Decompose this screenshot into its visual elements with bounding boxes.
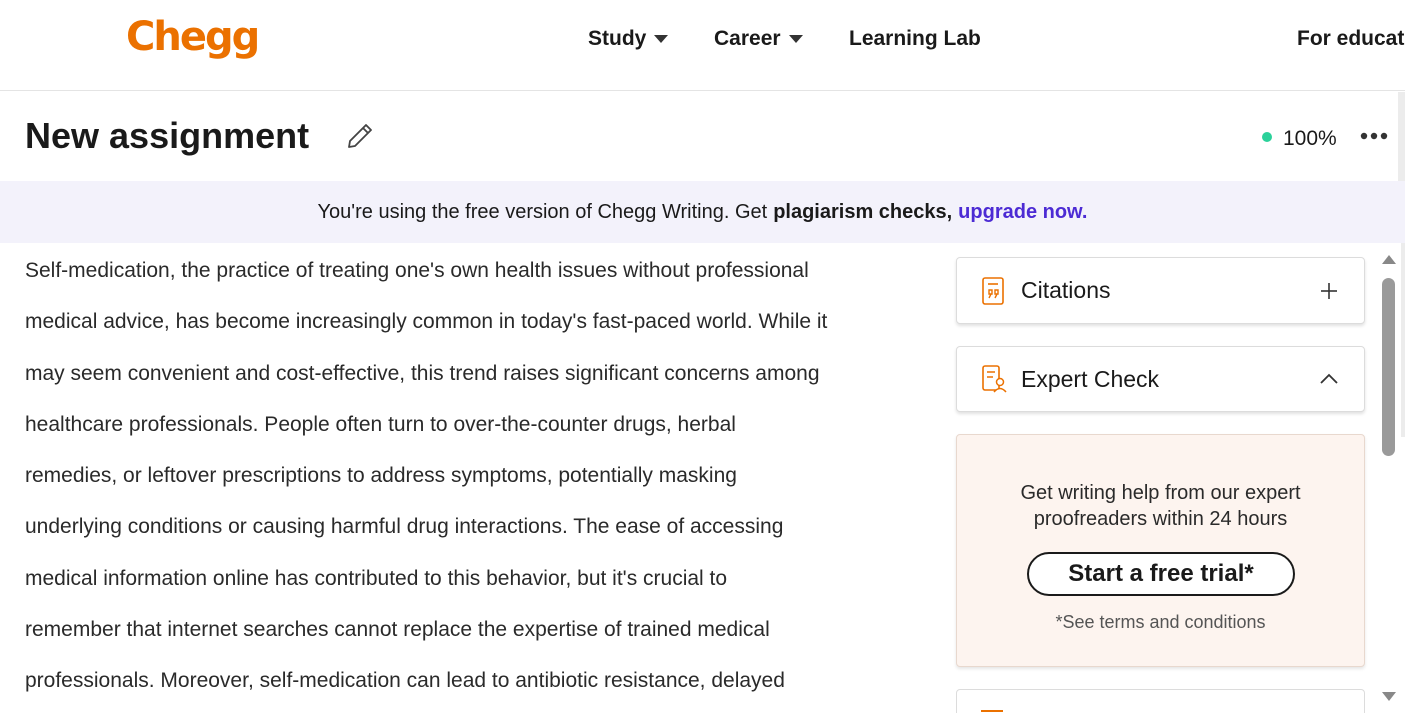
expert-check-title: Expert Check (1021, 365, 1160, 392)
expert-check-icon (982, 365, 1007, 393)
chevron-up-icon[interactable] (1318, 368, 1340, 390)
essay-editor[interactable]: Self-medication, the practice of treatin… (25, 245, 905, 707)
essay-line: professionals. Moreover, self-medication… (25, 669, 785, 693)
nav-learning-lab-label: Learning Lab (849, 27, 981, 50)
essay-line: may seem convenient and cost-effective, … (25, 361, 820, 385)
nav-career-label: Career (714, 27, 781, 50)
nav-for-educators-label: For educato (1297, 27, 1405, 50)
upgrade-banner: You're using the free version of Chegg W… (0, 181, 1405, 243)
upgrade-now-link[interactable]: upgrade now. (958, 201, 1087, 224)
banner-text: You're using the free version of Chegg W… (317, 200, 768, 223)
essay-line: medical information online has contribut… (25, 566, 728, 590)
essay-line: medical advice, has become increasingly … (25, 310, 828, 334)
panel-scrollbar[interactable] (1377, 243, 1401, 713)
essay-line: healthcare professionals. People often t… (25, 412, 736, 436)
promo-line-1: Get writing help from our expert (1020, 482, 1301, 504)
top-navigation: Chegg Study Career Learning Lab For educ… (0, 0, 1405, 91)
essay-line: remedies, or leftover prescriptions to a… (25, 464, 737, 488)
expert-check-card[interactable]: Expert Check (956, 346, 1365, 412)
scrollbar-thumb[interactable] (1382, 278, 1395, 456)
zoom-level[interactable]: 100% (1283, 127, 1337, 151)
plus-icon[interactable] (1318, 280, 1340, 302)
citations-title: Citations (1021, 277, 1111, 303)
next-panel-card[interactable] (956, 689, 1365, 713)
promo-line-2: proofreaders within 24 hours (1033, 508, 1288, 530)
chegg-logo[interactable]: Chegg (126, 14, 260, 60)
nav-learning-lab[interactable]: Learning Lab (849, 27, 981, 51)
essay-line: remember that internet searches cannot r… (25, 618, 770, 642)
promo-text: Get writing help from our expert proofre… (957, 480, 1364, 532)
saved-status-indicator (1262, 132, 1272, 142)
caret-down-icon (654, 35, 669, 43)
scroll-up-arrow-icon[interactable] (1382, 255, 1396, 264)
nav-study[interactable]: Study (588, 27, 669, 51)
expert-check-promo: Get writing help from our expert proofre… (956, 434, 1365, 667)
pencil-edit-icon[interactable] (344, 120, 376, 152)
banner-bold-text: plagiarism checks, (773, 200, 953, 223)
terms-and-conditions-link[interactable]: *See terms and conditions (957, 612, 1364, 633)
citation-quote-icon (982, 276, 1004, 305)
essay-line: underlying conditions or causing harmful… (25, 515, 784, 539)
citations-card[interactable]: Citations (956, 257, 1365, 324)
page-title[interactable]: New assignment (25, 115, 309, 157)
nav-for-educators[interactable]: For educato (1297, 27, 1405, 51)
essay-line: Self-medication, the practice of treatin… (25, 259, 809, 282)
nav-career[interactable]: Career (714, 27, 803, 51)
scroll-down-arrow-icon[interactable] (1382, 692, 1396, 701)
more-options-icon[interactable] (1359, 124, 1389, 148)
start-free-trial-button[interactable]: Start a free trial* (1027, 552, 1295, 596)
caret-down-icon (788, 35, 803, 43)
nav-study-label: Study (588, 27, 647, 50)
